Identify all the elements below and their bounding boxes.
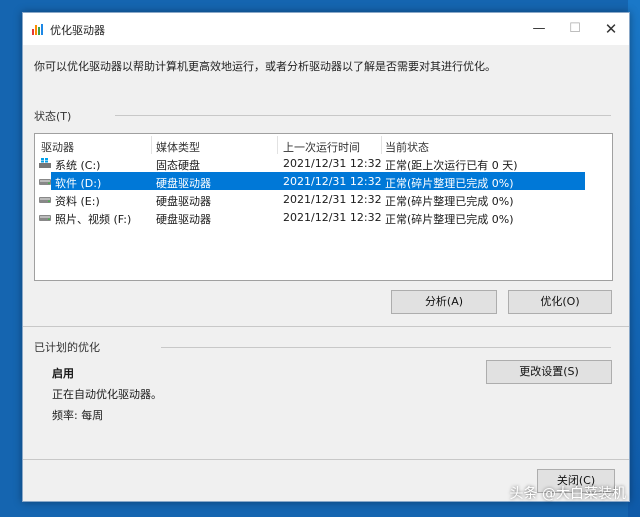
minimize-icon[interactable]: — xyxy=(521,13,557,45)
analyze-button[interactable]: 分析(A) xyxy=(391,290,497,314)
column-header-media[interactable]: 媒体类型 xyxy=(156,139,200,155)
media-type: 硬盘驱动器 xyxy=(156,177,211,190)
hard-drive-icon xyxy=(39,176,51,186)
scheduled-divider xyxy=(161,347,611,348)
hard-drive-icon xyxy=(39,194,51,204)
media-type: 硬盘驱动器 xyxy=(156,213,211,226)
close-icon[interactable]: ✕ xyxy=(593,13,629,45)
drive-name: 资料 (E:) xyxy=(55,195,100,208)
schedule-status: 启用 xyxy=(52,367,74,380)
footer-divider xyxy=(23,459,629,460)
column-separator xyxy=(151,136,152,154)
drive-name: 系统 (C:) xyxy=(55,159,101,172)
column-header-state[interactable]: 当前状态 xyxy=(385,139,429,155)
status-section-label: 状态(T) xyxy=(34,110,72,123)
intro-text: 你可以优化驱动器以帮助计算机更高效地运行，或者分析驱动器以了解是否需要对其进行优… xyxy=(34,60,496,73)
window-title: 优化驱动器 xyxy=(50,24,105,37)
table-row[interactable]: 照片、视频 (F:) 硬盘驱动器 2021/12/31 12:32 正常(碎片整… xyxy=(35,208,612,226)
current-status: 正常(碎片整理已完成 0%) xyxy=(385,213,514,226)
media-type: 硬盘驱动器 xyxy=(156,195,211,208)
last-run-time: 2021/12/31 12:32 xyxy=(283,193,382,206)
drive-name: 软件 (D:) xyxy=(55,177,102,190)
app-icon xyxy=(32,24,44,35)
column-header-drive[interactable]: 驱动器 xyxy=(41,139,74,155)
schedule-frequency: 频率: 每周 xyxy=(52,409,104,422)
table-row[interactable]: 资料 (E:) 硬盘驱动器 2021/12/31 12:32 正常(碎片整理已完… xyxy=(35,190,612,208)
status-divider xyxy=(115,115,611,116)
last-run-time: 2021/12/31 12:32 xyxy=(283,175,382,188)
maximize-icon[interactable]: ☐ xyxy=(557,13,593,45)
optimize-drives-window: 优化驱动器 — ☐ ✕ 你可以优化驱动器以帮助计算机更高效地运行，或者分析驱动器… xyxy=(22,12,630,502)
schedule-description: 正在自动优化驱动器。 xyxy=(52,388,162,401)
section-divider xyxy=(23,326,629,327)
optimize-button[interactable]: 优化(O) xyxy=(508,290,612,314)
table-row[interactable]: 软件 (D:) 硬盘驱动器 2021/12/31 12:32 正常(碎片整理已完… xyxy=(35,172,612,190)
last-run-time: 2021/12/31 12:32 xyxy=(283,211,382,224)
column-header-last-run[interactable]: 上一次运行时间 xyxy=(283,139,360,155)
windows-drive-icon xyxy=(39,158,51,168)
column-separator xyxy=(381,136,382,154)
media-type: 固态硬盘 xyxy=(156,159,200,172)
last-run-time: 2021/12/31 12:32 xyxy=(283,157,382,170)
watermark-text: 头条 @大白菜装机 xyxy=(509,486,626,502)
current-status: 正常(碎片整理已完成 0%) xyxy=(385,177,514,190)
hard-drive-icon xyxy=(39,212,51,222)
list-header: 驱动器 媒体类型 上一次运行时间 当前状态 xyxy=(35,136,612,154)
column-separator xyxy=(277,136,278,154)
current-status: 正常(碎片整理已完成 0%) xyxy=(385,195,514,208)
drive-name: 照片、视频 (F:) xyxy=(55,213,132,226)
scheduled-section-label: 已计划的优化 xyxy=(34,341,100,354)
current-status: 正常(距上次运行已有 0 天) xyxy=(385,159,518,172)
change-settings-button[interactable]: 更改设置(S) xyxy=(486,360,612,384)
title-bar: 优化驱动器 — ☐ ✕ xyxy=(23,13,629,45)
table-row[interactable]: 系统 (C:) 固态硬盘 2021/12/31 12:32 正常(距上次运行已有… xyxy=(35,154,612,172)
drive-list[interactable]: 驱动器 媒体类型 上一次运行时间 当前状态 系统 (C:) 固态硬盘 2021/… xyxy=(34,133,613,281)
